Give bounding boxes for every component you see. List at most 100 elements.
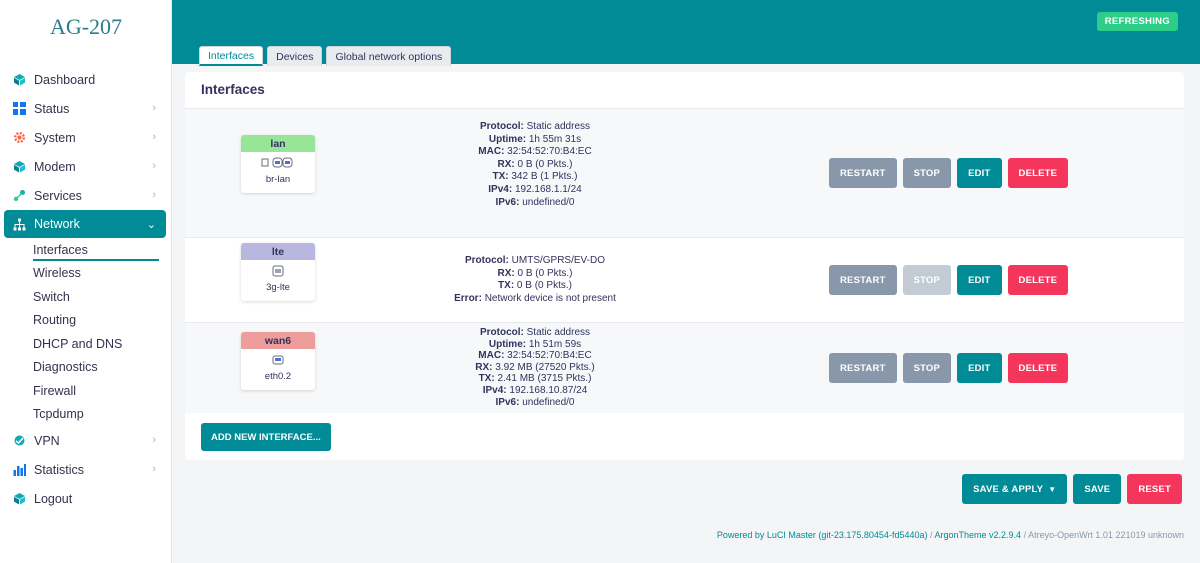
tab-interfaces[interactable]: Interfaces (199, 46, 264, 66)
sidebar-subitem-diagnostics[interactable]: Diagnostics (0, 356, 172, 380)
luci-link[interactable]: Powered by LuCI Master (git-23.175.80454… (717, 530, 928, 540)
interface-name: lan (241, 135, 315, 152)
stop-button[interactable]: STOP (902, 353, 952, 383)
refreshing-badge[interactable]: REFRESHING (1096, 12, 1178, 31)
edit-button[interactable]: EDIT (957, 265, 1002, 295)
info-key: IPv6: (495, 396, 520, 408)
stop-button[interactable]: STOP (902, 265, 952, 295)
info-value: 0 B (0 Pkts.) (514, 280, 572, 292)
sidebar-item-status[interactable]: Status › (0, 94, 172, 123)
info-line: TX: 342 B (1 Pkts.) (425, 171, 645, 184)
sidebar-subitem-wireless[interactable]: Wireless (0, 262, 172, 286)
cube-icon (12, 73, 26, 87)
interface-device: 3g-lte (266, 282, 290, 293)
add-new-interface-button[interactable]: ADD NEW INTERFACE... (201, 423, 331, 451)
interface-badge: lan br-lan (241, 135, 315, 193)
sidebar-subitem-routing[interactable]: Routing (0, 309, 172, 333)
info-value: 32:54:52:70:B4:EC (504, 350, 592, 362)
vpn-icon (12, 434, 26, 448)
interface-device: eth0.2 (264, 371, 292, 382)
delete-button[interactable]: DELETE (1007, 265, 1069, 295)
sidebar-item-dashboard[interactable]: Dashboard (0, 65, 172, 94)
sidebar-item-label: System (34, 130, 76, 145)
info-line: TX: 0 B (0 Pkts.) (425, 280, 645, 293)
sidebar-item-system[interactable]: System › (0, 123, 172, 152)
restart-button[interactable]: RESTART (829, 265, 897, 295)
tab-global-network-options[interactable]: Global network options (326, 46, 452, 66)
table-row: lan br-lan Protocol: Static address Upti… (185, 108, 1184, 237)
info-line: MAC: 32:54:52:70:B4:EC (425, 350, 645, 362)
info-value: 1h 51m 59s (526, 338, 582, 350)
interface-name: lte (241, 243, 315, 260)
sidebar-item-logout[interactable]: Logout (0, 484, 172, 513)
theme-link[interactable]: ArgonTheme v2.2.9.4 (935, 530, 1022, 540)
sidebar-item-label: Dashboard (34, 72, 96, 87)
info-line: Uptime: 1h 51m 59s (425, 339, 645, 351)
info-line: RX: 3.92 MB (27520 Pkts.) (425, 362, 645, 374)
info-value: UMTS/GPRS/EV-DO (508, 255, 605, 266)
interface-info: Protocol: Static address Uptime: 1h 55m … (425, 121, 645, 209)
info-key: TX: (478, 373, 495, 385)
info-value: 192.168.1.1/24 (512, 183, 582, 195)
brand-logo[interactable]: AG-207 (0, 14, 172, 40)
caret-down-icon: ▼ (1048, 484, 1057, 494)
info-line: Protocol: UMTS/GPRS/EV-DO (425, 255, 645, 268)
info-line: Error: Network device is not present (425, 293, 645, 306)
info-key: Protocol: (464, 255, 509, 266)
sidebar-subitem-tcpdump[interactable]: Tcpdump (0, 403, 172, 427)
sidebar-item-services[interactable]: Services › (0, 181, 172, 210)
info-value: 192.168.10.87/24 (506, 384, 588, 396)
info-line: IPv6: undefined/0 (425, 197, 645, 210)
reset-button[interactable]: RESET (1127, 474, 1182, 504)
bar-chart-icon (12, 463, 26, 477)
sidebar-item-network[interactable]: Network ⌄ (4, 210, 166, 238)
sidebar-subitem-switch[interactable]: Switch (0, 285, 172, 309)
delete-button[interactable]: DELETE (1007, 353, 1069, 383)
footer-separator: / (927, 530, 935, 540)
info-key: IPv4: (482, 384, 507, 396)
chevron-right-icon: › (152, 131, 156, 143)
info-line: MAC: 32:54:52:70:B4:EC (425, 146, 645, 159)
cube-icon (12, 492, 26, 506)
ethernet-icon (241, 349, 315, 371)
interface-info: Protocol: UMTS/GPRS/EV-DO RX: 0 B (0 Pkt… (425, 255, 645, 305)
info-line: IPv6: undefined/0 (425, 397, 645, 409)
info-key: IPv6: (495, 196, 520, 208)
save-button[interactable]: SAVE (1073, 474, 1122, 504)
edit-button[interactable]: EDIT (957, 158, 1002, 188)
info-key: RX: (475, 361, 493, 373)
sidebar-subitem-firewall[interactable]: Firewall (0, 379, 172, 403)
card-title: Interfaces (201, 82, 265, 97)
info-value: Static address (523, 121, 591, 132)
stop-button[interactable]: STOP (902, 158, 952, 188)
sidebar-item-label: Statistics (34, 462, 85, 477)
sidebar-item-modem[interactable]: Modem › (0, 152, 172, 181)
interface-badge: lte 3g-lte (241, 243, 315, 301)
info-key: TX: (492, 171, 509, 183)
tab-devices[interactable]: Devices (267, 46, 323, 66)
info-value: 32:54:52:70:B4:EC (504, 146, 592, 158)
edit-button[interactable]: EDIT (957, 353, 1002, 383)
interfaces-card: Interfaces lan br-lan Protocol: Static a… (185, 72, 1184, 460)
grid-icon (12, 102, 26, 116)
sidebar-subitem-interfaces[interactable]: Interfaces (0, 238, 172, 262)
restart-button[interactable]: RESTART (829, 353, 897, 383)
footer-version: / Atreyo-OpenWrt 1.01 221019 unknown (1021, 530, 1184, 540)
delete-button[interactable]: DELETE (1007, 158, 1069, 188)
info-key: RX: (497, 267, 515, 279)
info-line: Protocol: Static address (425, 121, 645, 134)
sidebar-item-vpn[interactable]: VPN › (0, 426, 172, 455)
sidebar-item-statistics[interactable]: Statistics › (0, 455, 172, 484)
sidebar-subitem-dhcp-dns[interactable]: DHCP and DNS (0, 332, 172, 356)
info-key: MAC: (478, 146, 505, 158)
gear-icon (12, 131, 26, 145)
cube-icon (12, 160, 26, 174)
save-and-apply-button[interactable]: SAVE & APPLY ▼ (962, 474, 1068, 504)
table-row: lte 3g-lte Protocol: UMTS/GPRS/EV-DO RX:… (185, 237, 1184, 322)
sidebar: AG-207 Dashboard Status › System › Modem… (0, 0, 172, 563)
bridge-icon (241, 152, 315, 174)
info-value: undefined/0 (519, 196, 575, 208)
restart-button[interactable]: RESTART (829, 158, 897, 188)
info-value: 3.92 MB (27520 Pkts.) (492, 361, 595, 373)
info-key: RX: (497, 158, 515, 170)
